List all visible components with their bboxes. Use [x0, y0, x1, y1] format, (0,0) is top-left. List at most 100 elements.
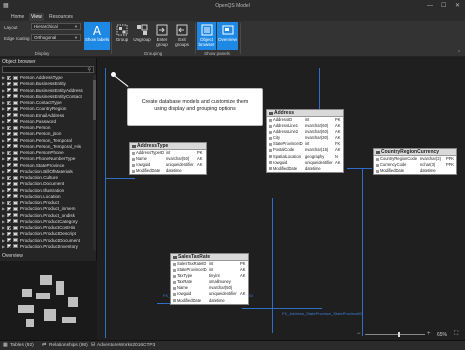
- checkbox[interactable]: [7, 238, 11, 242]
- exit-groups-button[interactable]: Exit groups: [172, 22, 192, 50]
- checkbox[interactable]: [7, 156, 11, 161]
- show-labels-button[interactable]: A Show labels: [84, 22, 110, 50]
- ungroup-button[interactable]: Ungroup: [132, 22, 152, 50]
- relationship-edge[interactable]: [347, 168, 372, 169]
- tab-home[interactable]: Home: [9, 13, 26, 21]
- checkbox[interactable]: [7, 181, 11, 186]
- checkbox[interactable]: [7, 138, 11, 142]
- checkbox[interactable]: [7, 75, 11, 80]
- checkbox[interactable]: [7, 194, 11, 199]
- checkbox[interactable]: [7, 144, 11, 149]
- list-item[interactable]: ▶ Person.CountryRegion: [2, 106, 92, 112]
- checkbox[interactable]: [7, 163, 11, 167]
- table-address[interactable]: Address AddressID int PK AddressLine1 nvarcha…: [266, 109, 344, 173]
- checkbox[interactable]: [7, 150, 11, 155]
- table-field-row[interactable]: ModifiedDate datetime: [171, 298, 248, 304]
- checkbox[interactable]: [7, 225, 11, 230]
- checkbox[interactable]: [7, 219, 11, 224]
- table-field-row[interactable]: ModifiedDate datetime: [267, 166, 343, 172]
- list-item[interactable]: ▶ Person.BusinessEntityContact: [2, 94, 92, 100]
- checkbox[interactable]: [7, 100, 11, 105]
- checkbox[interactable]: [7, 113, 11, 117]
- search-input[interactable]: ⚲: [2, 66, 94, 73]
- list-item[interactable]: ▶ Production.Product_ondisk: [2, 213, 92, 219]
- checkbox[interactable]: [7, 125, 11, 130]
- table-country-region-currency[interactable]: CountryRegionCurrency CountryRegionCode nv…: [373, 148, 457, 176]
- checkbox[interactable]: [7, 106, 11, 111]
- zoom-in-icon[interactable]: +: [427, 331, 431, 338]
- zoom-out-icon[interactable]: −: [357, 331, 361, 338]
- checkbox[interactable]: [7, 231, 11, 236]
- checkbox[interactable]: [7, 200, 11, 205]
- checkbox[interactable]: [7, 94, 11, 99]
- checkbox[interactable]: [7, 188, 11, 192]
- group-button[interactable]: Group: [113, 22, 131, 50]
- edge-routing-select[interactable]: Orthogonal ▼: [31, 34, 81, 41]
- table-header[interactable]: Address: [267, 110, 343, 117]
- list-item[interactable]: ▶ Production.Culture: [2, 175, 92, 181]
- list-item[interactable]: ▶ Person.ContactType: [2, 100, 92, 106]
- maximize-button[interactable]: ☐: [441, 2, 446, 10]
- list-item[interactable]: ▶ Person.Person_Temporal_His: [2, 144, 92, 150]
- checkbox[interactable]: [7, 119, 11, 124]
- object-list-scrollbar[interactable]: [93, 75, 96, 250]
- table-address-type[interactable]: AddressType AddressTypeID int PK Name nvarcha…: [129, 142, 207, 176]
- collapse-ribbon-icon[interactable]: ⌃: [457, 50, 461, 56]
- overview-button[interactable]: Overview: [217, 22, 238, 50]
- list-item[interactable]: ▶ Person.PhoneNumberType: [2, 156, 92, 162]
- list-item[interactable]: ▶ Person.Password: [2, 119, 92, 125]
- zoom-slider[interactable]: [365, 334, 425, 335]
- table-header[interactable]: CountryRegionCurrency: [374, 149, 456, 156]
- list-item[interactable]: ▶ Production.Document: [2, 181, 92, 187]
- list-item[interactable]: ▶ Production.Illustration: [2, 188, 92, 194]
- checkbox[interactable]: [7, 213, 11, 217]
- list-item[interactable]: ▶ Production.ProductDescript: [2, 231, 92, 237]
- list-item[interactable]: ▶ Person.Person: [2, 125, 92, 131]
- tab-resources[interactable]: Resources: [47, 13, 75, 21]
- table-field-row[interactable]: ModifiedDate datetime: [374, 168, 456, 174]
- list-item[interactable]: ▶ Person.PersonPhone: [2, 150, 92, 156]
- table-icon: [13, 100, 18, 105]
- list-item[interactable]: ▶ Person.AddressType: [2, 75, 92, 81]
- list-item[interactable]: ▶ Person.BusinessEntityAddress: [2, 88, 92, 94]
- relationship-edge[interactable]: [272, 198, 273, 333]
- table-header[interactable]: AddressType: [130, 143, 206, 150]
- relationship-edge[interactable]: [105, 68, 106, 338]
- list-item[interactable]: ▶ Production.Product_inmem: [2, 206, 92, 212]
- enter-group-button[interactable]: Enter group: [153, 22, 171, 50]
- list-item[interactable]: ▶ Production.ProductCategory: [2, 219, 92, 225]
- list-item[interactable]: ▶ Production.Location: [2, 194, 92, 200]
- close-button[interactable]: ✕: [455, 2, 460, 10]
- checkbox[interactable]: [7, 88, 11, 92]
- zoom-slider-thumb[interactable]: [398, 332, 401, 337]
- list-item[interactable]: ▶ Person.StateProvince: [2, 163, 92, 169]
- list-item[interactable]: ▶ Person.Person_Temporal: [2, 138, 92, 144]
- object-browser-button[interactable]: Object browser: [197, 22, 216, 50]
- table-header[interactable]: SalesTaxRate: [171, 254, 248, 261]
- list-item[interactable]: ▶ Production.ProductDocument: [2, 238, 92, 244]
- minimize-button[interactable]: —: [427, 2, 433, 10]
- list-item[interactable]: ▶ Person.EmailAddress: [2, 113, 92, 119]
- table-sales-tax-rate[interactable]: SalesTaxRate SalesTaxRateID int PK StateProv…: [170, 253, 249, 305]
- list-item[interactable]: ▶ Production.ProductInventory: [2, 244, 92, 250]
- checkbox[interactable]: [7, 206, 11, 211]
- checkbox[interactable]: [7, 81, 11, 86]
- diagram-canvas[interactable]: FK_SalesTaxRate_StateProvince_StateProvi…: [97, 58, 465, 340]
- relationship-edge[interactable]: [242, 308, 322, 309]
- list-item[interactable]: ▶ Person.Person_json: [2, 131, 92, 137]
- checkbox[interactable]: [7, 175, 11, 180]
- list-item[interactable]: ▶ Production.ProductCostHis: [2, 225, 92, 231]
- layout-select[interactable]: Hierarchical ▼: [31, 23, 81, 30]
- checkbox[interactable]: [7, 131, 11, 136]
- scrollbar-thumb[interactable]: [93, 80, 96, 120]
- overview-minimap[interactable]: [0, 261, 97, 340]
- table-field-row[interactable]: ModifiedDate datetime: [130, 168, 206, 174]
- tab-view[interactable]: View: [29, 13, 44, 21]
- list-item[interactable]: ▶ Person.BusinessEntity: [2, 81, 92, 87]
- checkbox[interactable]: [7, 244, 11, 249]
- list-item[interactable]: ▶ Production.BillOfMaterials: [2, 169, 92, 175]
- relationship-edge[interactable]: [105, 178, 135, 179]
- fit-to-screen-icon[interactable]: ⛶: [454, 331, 458, 338]
- list-item[interactable]: ▶ Production.Product: [2, 200, 92, 206]
- checkbox[interactable]: [7, 169, 11, 174]
